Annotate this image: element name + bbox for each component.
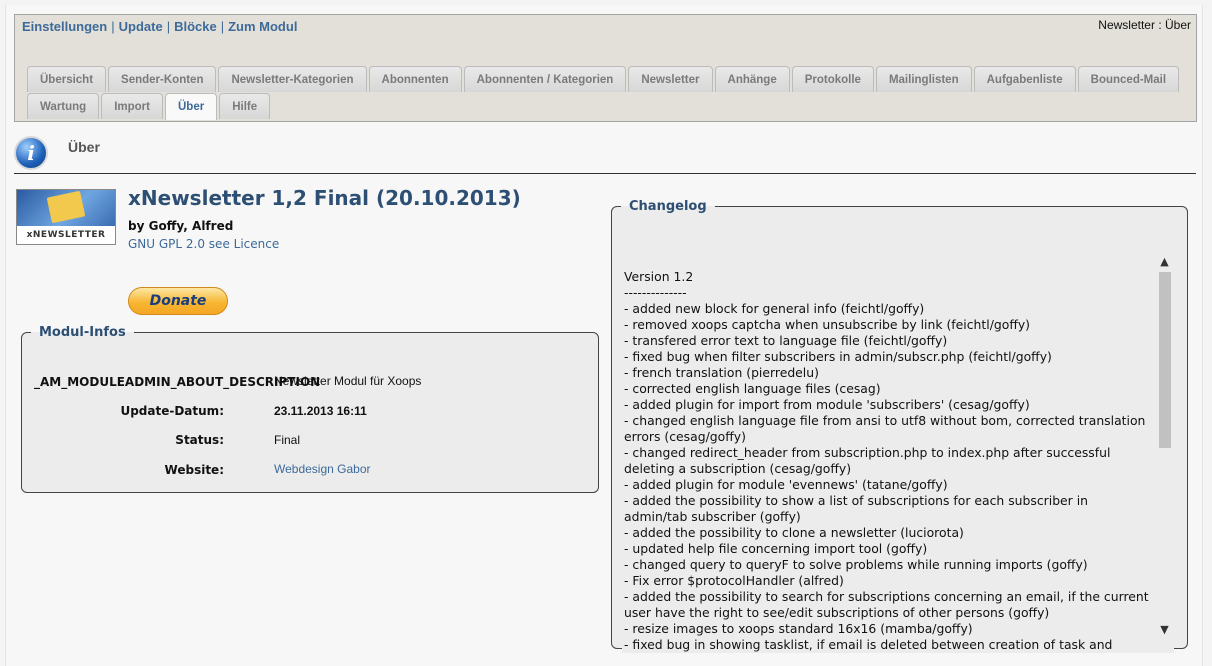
update-date-label: Update-Datum: — [120, 404, 224, 418]
module-name: xNewsletter 1,2 Final (20.10.2013) — [128, 186, 521, 210]
envelope-icon — [46, 190, 86, 224]
donate-button[interactable]: Donate — [128, 287, 228, 315]
nav-separator: | — [166, 19, 171, 34]
module-header: Einstellungen | Update | Blöcke | Zum Modul Ne… — [14, 14, 1197, 122]
changelog-box: Changelog Version 1.2 -------------- - a… — [611, 199, 1188, 653]
tab-about[interactable]: Über — [164, 93, 218, 120]
changelog-scrollbar[interactable]: ▲ ▼ — [1157, 254, 1172, 638]
tab-mailinglists[interactable]: Mailinglisten — [875, 66, 972, 92]
update-date-value: 23.11.2013 16:11 — [274, 404, 367, 418]
tab-sender-accounts[interactable]: Sender-Konten — [108, 66, 217, 92]
tab-help[interactable]: Hilfe — [219, 93, 271, 119]
module-info-legend: Modul-Infos — [39, 325, 126, 340]
changelog-legend: Changelog — [629, 199, 707, 214]
status-label: Status: — [175, 433, 224, 447]
website-label: Website: — [164, 463, 224, 477]
settings-link[interactable]: Einstellungen — [22, 19, 107, 34]
scroll-down-icon[interactable]: ▼ — [1157, 622, 1172, 637]
scroll-thumb[interactable] — [1159, 272, 1171, 448]
license-link[interactable]: GNU GPL 2.0 see Licence — [128, 237, 279, 251]
page-title: Über — [68, 139, 100, 155]
status-value: Final — [274, 433, 301, 447]
changelog-textarea[interactable]: Version 1.2 -------------- - added new b… — [622, 269, 1174, 653]
info-icon: i — [14, 136, 48, 170]
update-link[interactable]: Update — [119, 19, 163, 34]
nav-separator: | — [111, 19, 115, 34]
tab-subscribers-categories[interactable]: Abonnenten / Kategorien — [463, 66, 627, 92]
tab-attachments[interactable]: Anhänge — [714, 66, 790, 92]
website-link[interactable]: Webdesign Gabor — [274, 462, 371, 476]
to-module-link[interactable]: Zum Modul — [228, 19, 297, 34]
module-info-box: Modul-Infos _AM_MODULEADMIN_ABOUT_DESCRI… — [21, 325, 599, 493]
tab-row-2: Wartung Import Über Hilfe — [27, 93, 271, 120]
tab-overview[interactable]: Übersicht — [27, 66, 107, 92]
blocks-link[interactable]: Blöcke — [174, 19, 217, 34]
page: Einstellungen | Update | Blöcke | Zum Modul Ne… — [5, 5, 1203, 666]
scroll-up-icon[interactable]: ▲ — [1157, 254, 1172, 269]
breadcrumb: Newsletter : Über — [1098, 18, 1191, 32]
tab-protocols[interactable]: Protokolle — [791, 66, 874, 92]
tab-newsletter-categories[interactable]: Newsletter-Kategorien — [218, 66, 367, 92]
top-nav: Einstellungen | Update | Blöcke | Zum Modul — [22, 19, 297, 34]
tab-import[interactable]: Import — [101, 93, 163, 119]
tab-maintenance[interactable]: Wartung — [27, 93, 100, 119]
module-author: by Goffy, Alfred — [128, 219, 234, 233]
tab-row-1: Übersicht Sender-Konten Newsletter-Kateg… — [27, 66, 1180, 92]
divider — [14, 173, 1196, 174]
tab-newsletter[interactable]: Newsletter — [628, 66, 713, 92]
tab-subscribers[interactable]: Abonnenten — [368, 66, 462, 92]
logo-text: xNEWSLETTER — [17, 226, 115, 244]
tab-bounced-mail[interactable]: Bounced-Mail — [1077, 66, 1180, 92]
nav-separator: | — [220, 19, 225, 34]
tab-tasklist[interactable]: Aufgabenliste — [973, 66, 1076, 92]
module-logo: xNEWSLETTER — [16, 189, 116, 245]
description-value: Newsletter Modul für Xoops — [274, 374, 422, 388]
changelog-text: Version 1.2 -------------- - added new b… — [624, 269, 1149, 652]
